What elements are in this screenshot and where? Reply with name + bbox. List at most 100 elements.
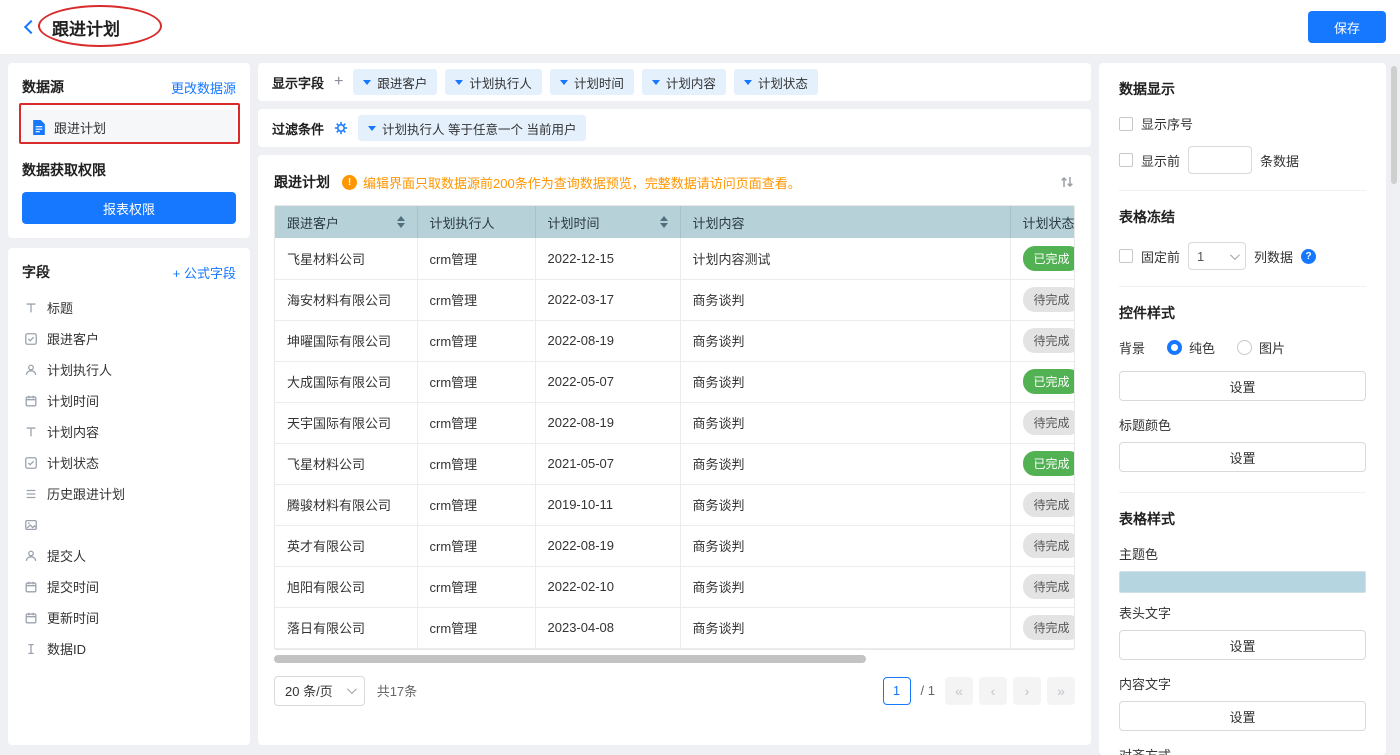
current-page[interactable]: 1: [883, 677, 911, 705]
status-badge: 已完成: [1023, 451, 1076, 476]
chevron-down-icon: [455, 80, 463, 85]
field-item-plan-time[interactable]: 计划时间: [22, 385, 236, 416]
status-badge: 已完成: [1023, 369, 1076, 394]
divider: [1119, 286, 1366, 287]
change-datasource-link[interactable]: 更改数据源: [171, 78, 236, 97]
prev-page-button[interactable]: ‹: [979, 677, 1007, 705]
status-badge: 已完成: [1023, 246, 1076, 271]
chip-customer[interactable]: 跟进客户: [353, 69, 437, 95]
field-item-submitter[interactable]: 提交人: [22, 540, 236, 571]
filter-condition-chip[interactable]: 计划执行人 等于任意一个 当前用户: [358, 115, 586, 141]
status-badge: 待完成: [1023, 492, 1076, 517]
background-label: 背景: [1119, 338, 1145, 357]
next-page-button[interactable]: ›: [1013, 677, 1041, 705]
field-item-data-id[interactable]: 数据ID: [22, 633, 236, 664]
table-row[interactable]: 飞星材料公司crm管理2022-12-15计划内容测试已完成: [275, 238, 1075, 279]
table-row[interactable]: 大成国际有限公司crm管理2022-05-07商务谈判已完成: [275, 361, 1075, 402]
data-display-title: 数据显示: [1119, 79, 1366, 99]
status-badge: 待完成: [1023, 287, 1076, 312]
formula-field-link[interactable]: + 公式字段: [173, 263, 236, 282]
background-set-button[interactable]: 设置: [1119, 371, 1366, 401]
table-row[interactable]: 旭阳有限公司crm管理2022-02-10商务谈判待完成: [275, 566, 1075, 607]
divider: [1119, 492, 1366, 493]
content-text-set-button[interactable]: 设置: [1119, 701, 1366, 731]
page-scrollbar[interactable]: [1391, 66, 1397, 184]
freeze-count-select[interactable]: 1: [1188, 242, 1246, 270]
sort-carets-icon[interactable]: [397, 216, 405, 228]
status-badge: 待完成: [1023, 410, 1076, 435]
theme-color-label: 主题色: [1119, 544, 1366, 563]
table-title: 跟进计划: [274, 172, 330, 192]
display-field-chips: 跟进客户 计划执行人 计划时间 计划内容 计划状态: [353, 69, 818, 95]
show-index-label: 显示序号: [1141, 114, 1193, 133]
table-row[interactable]: 腾骏材料有限公司crm管理2019-10-11商务谈判待完成: [275, 484, 1075, 525]
page-size-select[interactable]: 20 条/页: [274, 676, 365, 706]
table-footer: 20 条/页 共17条 1 / 1 « ‹ › »: [274, 676, 1075, 706]
column-plan-time[interactable]: 计划时间: [535, 206, 680, 238]
field-item-submit-time[interactable]: 提交时间: [22, 571, 236, 602]
datasource-item[interactable]: 跟进计划: [22, 110, 236, 144]
field-item-history[interactable]: 历史跟进计划: [22, 478, 236, 509]
chevron-down-icon: [363, 80, 371, 85]
table-horizontal-scrollbar[interactable]: [274, 655, 866, 663]
show-first-count-input[interactable]: [1188, 146, 1252, 174]
filter-bar: 过滤条件 计划执行人 等于任意一个 当前用户: [258, 109, 1091, 147]
back-chevron-icon[interactable]: [24, 20, 38, 34]
freeze-title: 表格冻结: [1119, 207, 1366, 227]
radio-solid-color[interactable]: 纯色: [1167, 338, 1215, 357]
table-row[interactable]: 英才有限公司crm管理2022-08-19商务谈判待完成: [275, 525, 1075, 566]
field-item-image[interactable]: [22, 509, 236, 540]
radio-icon: [1237, 340, 1252, 355]
last-page-button[interactable]: »: [1047, 677, 1075, 705]
theme-color-swatch[interactable]: [1119, 571, 1366, 593]
field-item-plan-content[interactable]: 计划内容: [22, 416, 236, 447]
left-sidebar: 数据源 更改数据源 跟进计划 数据获取权限 报表权限 字段 + 公式字段: [8, 63, 250, 745]
field-item-plan-status[interactable]: 计划状态: [22, 447, 236, 478]
column-executor: 计划执行人: [417, 206, 535, 238]
radio-image[interactable]: 图片: [1237, 338, 1285, 357]
status-badge: 待完成: [1023, 615, 1076, 640]
warning-icon: !: [342, 175, 357, 190]
field-list: 标题 跟进客户 计划执行人 计划时间: [22, 292, 236, 664]
help-icon[interactable]: ?: [1301, 249, 1316, 264]
field-item-customer[interactable]: 跟进客户: [22, 323, 236, 354]
column-customer[interactable]: 跟进客户: [275, 206, 417, 238]
show-index-checkbox[interactable]: [1119, 117, 1133, 131]
freeze-checkbox[interactable]: [1119, 249, 1133, 263]
report-permission-button[interactable]: 报表权限: [22, 192, 236, 224]
table-row[interactable]: 天宇国际有限公司crm管理2022-08-19商务谈判待完成: [275, 402, 1075, 443]
fields-panel: 字段 + 公式字段 标题 跟进客户 计划执行人: [8, 248, 250, 745]
select-icon: [24, 332, 38, 346]
title-color-set-button[interactable]: 设置: [1119, 442, 1366, 472]
title-color-label: 标题颜色: [1119, 415, 1366, 434]
page-count: / 1: [921, 683, 935, 698]
chevron-down-icon: [347, 684, 357, 694]
chip-plan-time[interactable]: 计划时间: [550, 69, 634, 95]
widget-style-title: 控件样式: [1119, 303, 1366, 323]
sort-toggle-icon[interactable]: [1059, 174, 1075, 190]
table-header-row: 跟进客户 计划执行人 计划时间 计划内容 计划状态: [275, 206, 1075, 238]
chevron-down-icon: [368, 126, 376, 131]
save-button[interactable]: 保存: [1308, 11, 1386, 43]
app-root: 跟进计划 保存 数据源 更改数据源 跟进计划 数据获取权限 报表权限 字段: [0, 0, 1400, 755]
add-display-field-button[interactable]: +: [334, 74, 343, 90]
user-icon: [24, 363, 38, 377]
table-row[interactable]: 坤曜国际有限公司crm管理2022-08-19商务谈判待完成: [275, 320, 1075, 361]
show-first-checkbox[interactable]: [1119, 153, 1133, 167]
header-text-set-button[interactable]: 设置: [1119, 630, 1366, 660]
chip-executor[interactable]: 计划执行人: [445, 69, 542, 95]
field-item-update-time[interactable]: 更新时间: [22, 602, 236, 633]
fields-title: 字段: [22, 262, 50, 282]
field-item-title[interactable]: 标题: [22, 292, 236, 323]
gear-icon[interactable]: [334, 121, 348, 135]
table-row[interactable]: 飞星材料公司crm管理2021-05-07商务谈判已完成: [275, 443, 1075, 484]
field-item-executor[interactable]: 计划执行人: [22, 354, 236, 385]
sort-carets-icon[interactable]: [660, 216, 668, 228]
first-page-button[interactable]: «: [945, 677, 973, 705]
chip-plan-status[interactable]: 计划状态: [734, 69, 818, 95]
table-row[interactable]: 落日有限公司crm管理2023-04-08商务谈判待完成: [275, 607, 1075, 648]
chip-plan-content[interactable]: 计划内容: [642, 69, 726, 95]
table-row[interactable]: 海安材料有限公司crm管理2022-03-17商务谈判待完成: [275, 279, 1075, 320]
chevron-down-icon: [744, 80, 752, 85]
header-text-label: 表头文字: [1119, 603, 1366, 622]
